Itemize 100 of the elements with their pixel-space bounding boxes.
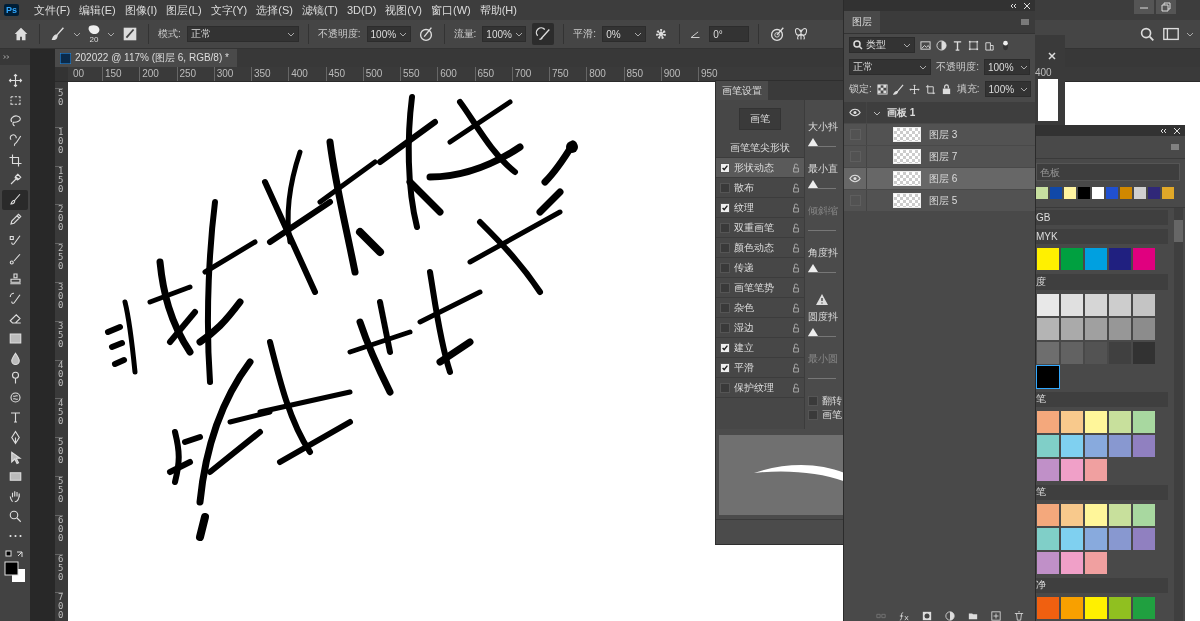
- layer-row[interactable]: 图层 3: [844, 124, 1035, 145]
- brush-option-row[interactable]: 湿边: [716, 318, 804, 338]
- menu-item[interactable]: 帮助(H): [479, 2, 517, 18]
- lock-icon[interactable]: [792, 342, 800, 353]
- menu-item[interactable]: 选择(S): [256, 2, 293, 18]
- mode-dropdown[interactable]: 正常: [186, 26, 299, 42]
- brush-tool[interactable]: [2, 189, 28, 210]
- layer-row[interactable]: 图层 6: [844, 168, 1035, 189]
- smoothing-field[interactable]: 0%: [602, 26, 647, 42]
- menu-item[interactable]: 图层(L): [166, 2, 202, 18]
- swatch[interactable]: [1109, 434, 1131, 457]
- checker-icon[interactable]: [876, 83, 888, 95]
- menu-item[interactable]: 视图(V): [385, 2, 422, 18]
- checkbox[interactable]: [720, 262, 730, 273]
- menu-item[interactable]: 滤镜(T): [301, 2, 338, 18]
- recent-swatch[interactable]: [1092, 187, 1104, 199]
- caret-icon[interactable]: [107, 30, 115, 38]
- menu-item[interactable]: 窗口(W): [431, 2, 471, 18]
- swatch-group-header[interactable]: 净: [1036, 577, 1168, 594]
- brush-option-row[interactable]: 散布: [716, 178, 804, 198]
- swatch[interactable]: [1037, 597, 1059, 620]
- swatch[interactable]: [1061, 317, 1083, 340]
- swatch[interactable]: [1037, 458, 1059, 481]
- checkbox[interactable]: [808, 396, 818, 406]
- panel-tab[interactable]: 画笔设置: [716, 81, 768, 100]
- lock-icon[interactable]: [792, 222, 800, 233]
- swatch[interactable]: [1037, 317, 1059, 340]
- swatch[interactable]: [1061, 597, 1083, 620]
- swatch[interactable]: [1037, 365, 1059, 388]
- swatch[interactable]: [1109, 317, 1131, 340]
- document-tab[interactable]: 202022 @ 117% (图层 6, RGB/8) *: [55, 49, 237, 67]
- menu-item[interactable]: 图像(I): [124, 2, 158, 18]
- checkbox[interactable]: [720, 162, 730, 173]
- smart-object-icon[interactable]: [984, 39, 995, 51]
- swatch[interactable]: [1133, 248, 1155, 271]
- swatch[interactable]: [1109, 527, 1131, 550]
- swatch[interactable]: [1085, 503, 1107, 526]
- checkbox[interactable]: [720, 182, 730, 193]
- lock-icon[interactable]: [792, 362, 800, 373]
- checkbox[interactable]: [720, 202, 730, 213]
- panel-tab[interactable]: 图层: [844, 11, 880, 33]
- lock-icon[interactable]: [792, 282, 800, 293]
- caret-icon[interactable]: [73, 30, 81, 38]
- collapse-close-icon[interactable]: [1009, 1, 1031, 10]
- opacity-field[interactable]: 100%: [366, 26, 411, 42]
- checkbox[interactable]: [720, 282, 730, 293]
- layer-group-row[interactable]: 画板 1: [844, 102, 1035, 123]
- swatch[interactable]: [1061, 458, 1083, 481]
- swatch[interactable]: [1085, 293, 1107, 316]
- brush-option-row[interactable]: 保护纹理: [716, 378, 804, 398]
- menu-item[interactable]: 编辑(E): [79, 2, 116, 18]
- recent-swatch[interactable]: [1162, 187, 1174, 199]
- lock-icon[interactable]: [792, 182, 800, 193]
- app-logo[interactable]: Ps: [4, 4, 19, 16]
- lock-icon[interactable]: [940, 83, 952, 95]
- checkbox[interactable]: [720, 322, 730, 333]
- swatch[interactable]: [1037, 410, 1059, 433]
- filter-toggle-icon[interactable]: [1000, 39, 1011, 51]
- recent-swatch[interactable]: [1050, 187, 1062, 199]
- brush-option-row[interactable]: 建立: [716, 338, 804, 358]
- swatch[interactable]: [1085, 434, 1107, 457]
- image-icon[interactable]: [920, 39, 931, 51]
- foreground-background-colors[interactable]: [3, 560, 27, 585]
- swatch[interactable]: [1085, 317, 1107, 340]
- swatch[interactable]: [1061, 248, 1083, 271]
- minimize-icon[interactable]: [1134, 0, 1154, 14]
- brush-icon[interactable]: [49, 25, 67, 43]
- opacity-field[interactable]: 100%: [984, 59, 1030, 75]
- swatch[interactable]: [1109, 248, 1131, 271]
- recent-swatch[interactable]: [1148, 187, 1160, 199]
- half-circle-icon[interactable]: [936, 39, 947, 51]
- recent-swatch[interactable]: [1120, 187, 1132, 199]
- slider-thumb[interactable]: [808, 328, 818, 336]
- swatch[interactable]: [1085, 551, 1107, 574]
- swatch-group-header[interactable]: 度: [1036, 274, 1168, 290]
- swatch[interactable]: [1037, 293, 1059, 316]
- brush-icon[interactable]: [892, 83, 904, 95]
- swatch[interactable]: [1109, 597, 1131, 620]
- swatch[interactable]: [1133, 317, 1155, 340]
- lock-icon[interactable]: [792, 302, 800, 313]
- search-icon[interactable]: [1138, 25, 1156, 43]
- collapse-close-icon[interactable]: [1159, 126, 1181, 135]
- new-layer-icon[interactable]: [990, 611, 1001, 621]
- swatch[interactable]: [1061, 551, 1083, 574]
- scrollbar[interactable]: [1174, 208, 1183, 621]
- swatch-group-header[interactable]: 笔: [1036, 391, 1168, 407]
- swatch[interactable]: [1061, 527, 1083, 550]
- filter-dropdown[interactable]: 类型: [849, 37, 915, 53]
- swatch[interactable]: [1133, 341, 1155, 364]
- swatch[interactable]: [1133, 410, 1155, 433]
- brush-option-row[interactable]: 传递: [716, 258, 804, 278]
- swatch[interactable]: [1109, 503, 1131, 526]
- swatch[interactable]: [1085, 248, 1107, 271]
- swatch[interactable]: [1085, 341, 1107, 364]
- flow-field[interactable]: 100%: [482, 26, 527, 42]
- swatch[interactable]: [1061, 410, 1083, 433]
- home-icon[interactable]: [12, 25, 30, 43]
- swatch[interactable]: [1133, 503, 1155, 526]
- swatch[interactable]: [1061, 293, 1083, 316]
- brushes-button[interactable]: 画笔: [739, 108, 781, 130]
